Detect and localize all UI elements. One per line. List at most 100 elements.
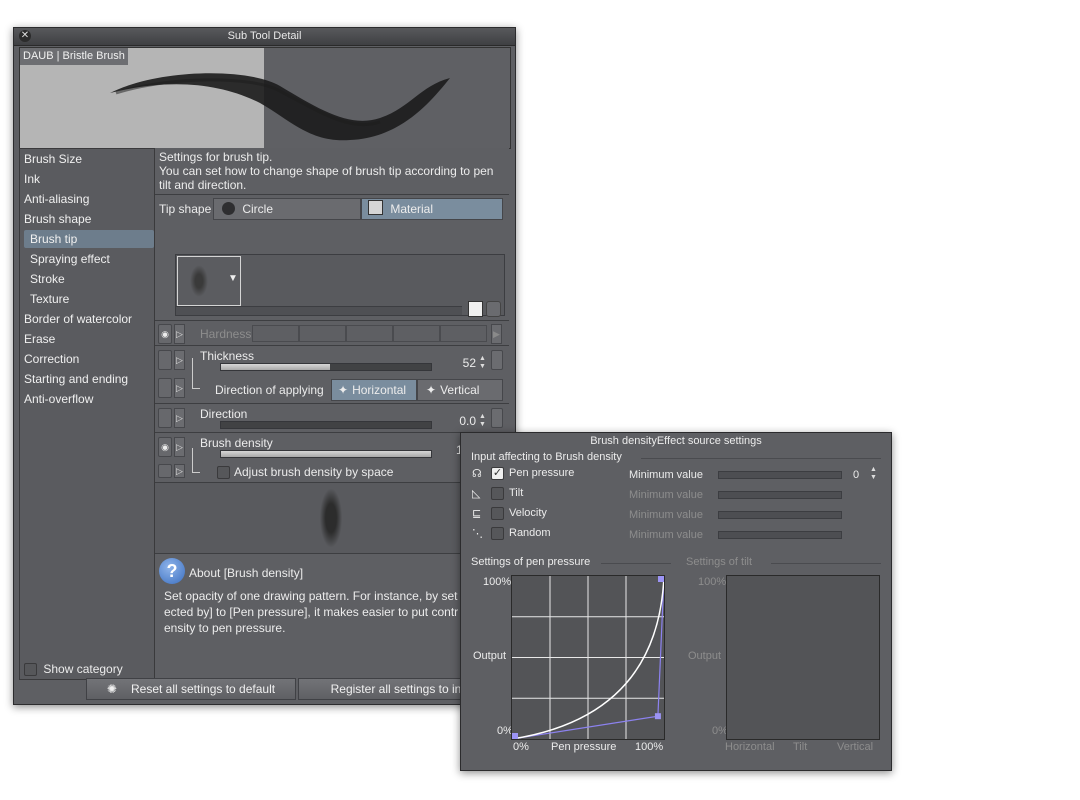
pressure-y-mid: Output xyxy=(473,650,507,662)
category-anti-aliasing[interactable]: Anti-aliasing xyxy=(24,190,89,208)
velocity-icon: ⊑ xyxy=(472,508,482,520)
tip-material-label: Material xyxy=(390,202,434,216)
description-line: Settings for brush tip. xyxy=(159,150,273,164)
direction-value[interactable]: 0.0 xyxy=(445,414,476,428)
pen-pressure-icon: ☊ xyxy=(472,468,482,480)
trash-icon[interactable] xyxy=(486,301,501,317)
hardness-expand-icon[interactable]: ▷ xyxy=(174,324,185,344)
material-thumbnail[interactable]: ▼ xyxy=(177,256,241,306)
category-border-of-watercolor[interactable]: Border of watercolor xyxy=(24,310,132,328)
pen-pressure-min-value[interactable]: 0 xyxy=(853,469,859,481)
show-category-checkbox[interactable] xyxy=(24,663,37,677)
reset-all-settings-label: Reset all settings to default xyxy=(130,682,276,696)
thickness-edit-icon[interactable] xyxy=(491,350,503,370)
close-icon[interactable]: ✕ xyxy=(19,30,31,42)
pen-pressure-checkbox[interactable]: ✓ xyxy=(491,467,504,480)
preview-label: DAUB | Bristle Brush xyxy=(20,48,128,65)
category-correction[interactable]: Correction xyxy=(24,350,79,368)
vertical-icon: ✦ xyxy=(426,383,437,397)
pressure-curve-graph[interactable] xyxy=(511,575,665,740)
category-brush-size[interactable]: Brush Size xyxy=(24,150,82,168)
hardness-arrow-icon[interactable]: ▶ xyxy=(491,324,502,344)
direction-edit-icon[interactable] xyxy=(491,408,503,428)
random-icon: ⋱ xyxy=(472,528,483,540)
category-erase[interactable]: Erase xyxy=(24,330,55,348)
random-label: Random xyxy=(509,527,551,539)
min-value-spinner-icon[interactable]: ▲ ▼ xyxy=(869,466,878,482)
thickness-slider[interactable] xyxy=(220,363,432,371)
tip-preview xyxy=(155,483,509,553)
about-title: About [Brush density] xyxy=(189,566,304,580)
category-brush-tip[interactable]: Brush tip xyxy=(24,230,154,248)
category-brush-shape[interactable]: Brush shape xyxy=(24,210,91,228)
adjust-density-visibility-icon[interactable] xyxy=(158,464,172,478)
brush-density-label: Brush density xyxy=(200,436,273,450)
curve-control-point[interactable] xyxy=(654,713,661,720)
category-stroke[interactable]: Stroke xyxy=(30,270,65,288)
pen-pressure-label: Pen pressure xyxy=(509,467,575,479)
category-starting-and-ending[interactable]: Starting and ending xyxy=(24,370,128,388)
thickness-spinner-icon[interactable]: ▲ ▼ xyxy=(478,355,487,371)
direction-visibility-icon[interactable] xyxy=(158,408,172,428)
thickness-visibility-icon[interactable] xyxy=(158,350,172,370)
show-category-toggle[interactable]: Show category xyxy=(24,660,123,678)
horizontal-icon: ✦ xyxy=(338,383,349,397)
brush-density-slider[interactable] xyxy=(220,450,432,458)
settings-description: Settings for brush tip. You can set how … xyxy=(159,150,493,192)
direction-slider[interactable] xyxy=(220,421,432,429)
thickness-value[interactable]: 52 xyxy=(451,356,476,370)
adjust-density-expand-icon[interactable]: ▷ xyxy=(174,464,185,478)
random-min-slider[interactable] xyxy=(718,531,842,539)
about-line: Set opacity of one drawing pattern. For … xyxy=(164,589,458,603)
tilt-x-right: Vertical xyxy=(837,741,874,753)
tilt-checkbox[interactable] xyxy=(491,487,504,500)
curve-control-point[interactable] xyxy=(512,733,518,739)
input-heading: Input affecting to Brush density xyxy=(471,451,622,463)
adjust-density-checkbox[interactable] xyxy=(217,466,230,479)
direction-applying-visibility-icon[interactable] xyxy=(158,378,172,398)
tip-material-button[interactable]: Material xyxy=(361,198,503,220)
reset-all-settings-button[interactable]: ✺ Reset all settings to default xyxy=(86,678,296,700)
velocity-min-slider[interactable] xyxy=(718,511,842,519)
settings-pane: Settings for brush tip. You can set how … xyxy=(155,148,509,678)
category-spraying-effect[interactable]: Spraying effect xyxy=(30,250,110,268)
direction-horizontal-button[interactable]: ✦ Horizontal xyxy=(331,379,417,401)
direction-of-applying-label: Direction of applying xyxy=(215,383,324,397)
direction-applying-expand-icon[interactable]: ▷ xyxy=(174,378,185,398)
tilt-min-slider[interactable] xyxy=(718,491,842,499)
random-min-label: Minimum value xyxy=(629,529,703,541)
category-texture[interactable]: Texture xyxy=(30,290,69,308)
category-ink[interactable]: Ink xyxy=(24,170,40,188)
tilt-x-left: Horizontal xyxy=(725,741,775,753)
description-line: tilt and direction. xyxy=(159,178,247,192)
tilt-curve-graph xyxy=(726,575,880,740)
curve-control-point[interactable] xyxy=(658,576,664,582)
direction-spinner-icon[interactable]: ▲ ▼ xyxy=(478,413,487,429)
effect-source-settings-popup: Brush densityEffect source settings Inpu… xyxy=(460,432,892,771)
register-initial-settings-label: Register all settings to initial xyxy=(330,682,480,696)
random-checkbox[interactable] xyxy=(491,527,504,540)
thickness-expand-icon[interactable]: ▷ xyxy=(174,350,185,370)
show-category-label: Show category xyxy=(43,662,123,676)
tip-circle-button[interactable]: Circle xyxy=(213,198,361,220)
direction-vertical-button[interactable]: ✦ Vertical xyxy=(417,379,503,401)
tilt-x-mid: Tilt xyxy=(793,741,808,753)
category-anti-overflow[interactable]: Anti-overflow xyxy=(24,390,93,408)
direction-horizontal-label: Horizontal xyxy=(352,383,407,397)
material-scrollbar[interactable] xyxy=(176,306,462,315)
dropdown-icon[interactable]: ▼ xyxy=(228,273,238,284)
direction-expand-icon[interactable]: ▷ xyxy=(174,408,185,428)
pressure-x-right: 100% xyxy=(635,741,664,753)
tilt-y-top: 100% xyxy=(698,576,727,588)
pen-pressure-min-label: Minimum value xyxy=(629,469,703,481)
hardness-slider[interactable] xyxy=(252,325,488,342)
pen-pressure-min-slider[interactable] xyxy=(718,471,842,479)
add-material-icon[interactable] xyxy=(468,301,483,317)
brush-density-visibility-icon[interactable]: ◉ xyxy=(158,437,172,457)
brush-density-expand-icon[interactable]: ▷ xyxy=(174,437,185,457)
brush-preview: DAUB | Bristle Brush xyxy=(19,47,511,149)
tip-shape-label: Tip shape xyxy=(159,202,212,216)
category-list: Brush Size Ink Anti-aliasing Brush shape… xyxy=(19,148,155,680)
hardness-visibility-icon[interactable]: ◉ xyxy=(158,324,172,344)
velocity-checkbox[interactable] xyxy=(491,507,504,520)
